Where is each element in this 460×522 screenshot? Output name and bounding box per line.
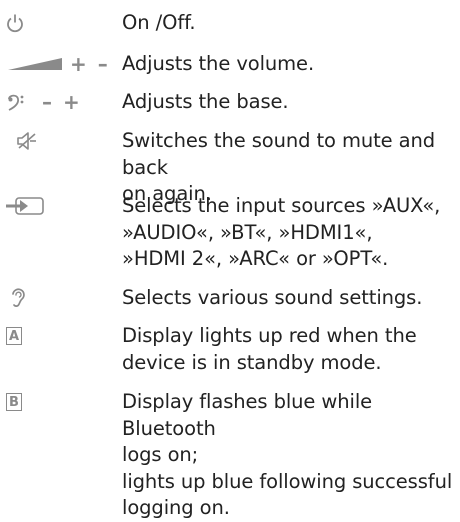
legend-description: On /Off. xyxy=(122,11,196,34)
power-icon xyxy=(6,10,24,36)
legend-description: Display lights up red when the device is… xyxy=(122,324,417,374)
legend-description: Display flashes blue while Bluetooth log… xyxy=(122,390,453,519)
bass-clef-icon xyxy=(8,94,24,111)
bass-symbol: – + xyxy=(6,89,82,115)
input-source-icon xyxy=(4,193,46,219)
label-a-letter: A xyxy=(6,327,22,345)
ear-icon xyxy=(10,285,26,311)
label-b-letter: B xyxy=(6,393,22,411)
legend-description: Adjusts the volume. xyxy=(122,52,315,75)
bass-minus-plus: – + xyxy=(42,90,82,114)
legend-description: Adjusts the base. xyxy=(122,90,289,113)
legend-description: Selects various sound settings. xyxy=(122,286,423,309)
label-b-icon: B xyxy=(6,389,22,415)
label-a-icon: A xyxy=(6,323,22,349)
volume-symbol: + – xyxy=(8,51,110,77)
volume-ramp-icon xyxy=(8,58,62,70)
legend-description: Selects the input sources »AUX«, »AUDIO«… xyxy=(122,194,441,270)
volume-plus-minus: + – xyxy=(70,52,110,76)
mute-speaker-icon xyxy=(16,128,38,154)
